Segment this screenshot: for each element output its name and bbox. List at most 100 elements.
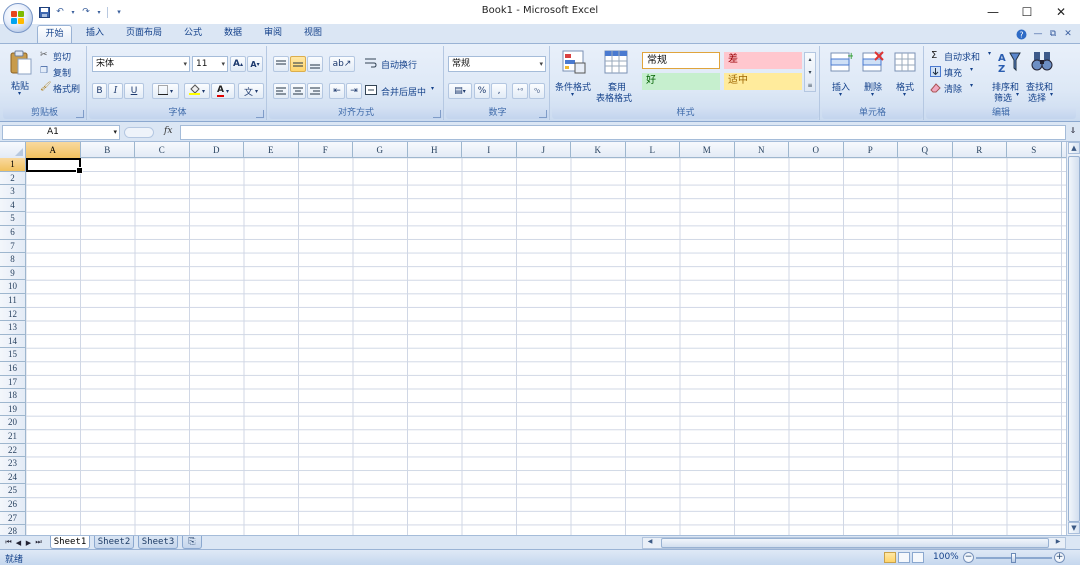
column-header[interactable]: M <box>680 142 735 158</box>
formula-bar-splitter[interactable] <box>124 127 154 138</box>
row-header[interactable]: 18 <box>0 389 26 403</box>
column-header[interactable]: G <box>353 142 408 158</box>
row-header[interactable]: 12 <box>0 307 26 322</box>
copy-button[interactable]: ❐ 复制 <box>40 66 84 79</box>
shrink-font-button[interactable]: A ▾ <box>247 56 263 72</box>
worksheet-grid[interactable]: ABCDEFGHIJKLMNOPQRS 1 2 3 4 5 6 7 8 9 10 11 12 13 14 1… <box>0 142 1066 535</box>
cells-area[interactable] <box>26 158 1066 535</box>
font-launcher-icon[interactable] <box>256 110 264 118</box>
expand-formula-bar-icon[interactable]: ⇓ <box>1068 126 1078 139</box>
zoom-in-icon[interactable]: + <box>1054 552 1065 563</box>
scroll-down-icon[interactable]: ▼ <box>1068 522 1080 534</box>
paste-button[interactable]: 粘贴 ▾ <box>6 49 36 99</box>
phonetic-button[interactable]: 文 ▾ <box>238 83 264 99</box>
row-header[interactable]: 9 <box>0 266 26 281</box>
scroll-up-icon[interactable]: ▲ <box>1068 142 1080 154</box>
clipboard-launcher-icon[interactable] <box>76 110 84 118</box>
conditional-format-button[interactable]: 条件格式 ▾ <box>554 50 594 104</box>
font-name-combo[interactable]: 宋体 ▾ <box>92 56 190 72</box>
underline-button[interactable]: U <box>124 83 144 99</box>
align-bottom-button[interactable] <box>307 56 323 72</box>
column-header[interactable]: C <box>135 142 190 158</box>
zoom-level[interactable]: 100% <box>933 552 959 562</box>
row-header[interactable]: 23 <box>0 457 26 471</box>
column-header[interactable]: L <box>626 142 680 158</box>
fill-button[interactable]: 填充 ▾ <box>930 66 978 79</box>
decrease-decimal-button[interactable]: ⁰₀ <box>529 83 545 99</box>
font-size-combo[interactable]: 11 ▾ <box>192 56 228 72</box>
align-right-button[interactable] <box>307 83 323 99</box>
column-header[interactable]: B <box>81 142 135 158</box>
office-button[interactable] <box>3 3 33 33</box>
clear-button[interactable]: 清除 ▾ <box>930 82 978 95</box>
page-break-view-icon[interactable] <box>912 552 924 563</box>
column-header[interactable]: I <box>462 142 517 158</box>
close-button[interactable]: ✕ <box>1044 0 1078 24</box>
column-header[interactable]: F <box>299 142 353 158</box>
sort-filter-button[interactable]: AZ 排序和 筛选 ▾ <box>992 50 1024 104</box>
row-header[interactable]: 20 <box>0 416 26 430</box>
row-header[interactable]: 16 <box>0 362 26 376</box>
vertical-scroll-thumb[interactable] <box>1068 156 1080 522</box>
cut-button[interactable]: ✂ 剪切 <box>40 50 84 63</box>
active-cell[interactable] <box>26 158 83 174</box>
next-sheet-icon[interactable]: ▶ <box>24 537 33 548</box>
column-header[interactable]: A <box>26 142 81 158</box>
format-painter-button[interactable]: 🖌 格式刷 <box>40 82 86 95</box>
column-header[interactable]: H <box>408 142 462 158</box>
formula-input[interactable] <box>180 125 1066 140</box>
row-header[interactable]: 22 <box>0 443 26 458</box>
insert-cells-button[interactable]: + 插入 ▾ <box>826 50 856 104</box>
row-header[interactable]: 13 <box>0 321 26 335</box>
wrap-text-button[interactable]: 自动换行 <box>365 56 439 72</box>
column-header[interactable]: J <box>517 142 571 158</box>
style-normal[interactable]: 常规 <box>642 52 720 69</box>
column-header[interactable]: O <box>789 142 844 158</box>
row-header[interactable]: 25 <box>0 484 26 498</box>
row-header[interactable]: 7 <box>0 239 26 254</box>
percent-button[interactable]: % <box>474 83 490 99</box>
row-header[interactable]: 21 <box>0 430 26 444</box>
column-header[interactable]: P <box>844 142 898 158</box>
tab-page-layout[interactable]: 页面布局 <box>118 25 170 43</box>
row-header[interactable]: 28 <box>0 525 26 535</box>
row-header[interactable]: 6 <box>0 226 26 240</box>
name-box[interactable]: A1 ▾ <box>2 125 120 140</box>
tab-formulas[interactable]: 公式 <box>176 25 210 43</box>
vertical-scrollbar[interactable]: ▲ ▼ <box>1066 142 1080 535</box>
minimize-button[interactable]: — <box>976 0 1010 24</box>
tab-view[interactable]: 视图 <box>296 25 330 43</box>
workbook-close-icon[interactable]: ✕ <box>1062 28 1074 40</box>
row-header[interactable]: 1 <box>0 158 26 172</box>
decrease-indent-button[interactable]: ⇤ <box>329 83 345 99</box>
align-middle-button[interactable] <box>290 56 306 72</box>
styles-gallery-scroll[interactable]: ▴ ▾ ≡ <box>804 52 816 92</box>
row-header[interactable]: 15 <box>0 348 26 362</box>
autosum-button[interactable]: Σ 自动求和 ▾ <box>930 50 994 63</box>
format-as-table-button[interactable]: 套用 表格格式 <box>596 50 640 104</box>
row-header[interactable]: 17 <box>0 375 26 390</box>
style-bad[interactable]: 差 <box>724 52 802 69</box>
merge-center-button[interactable]: 合并后居中 ▾ <box>365 83 441 99</box>
number-launcher-icon[interactable] <box>539 110 547 118</box>
alignment-launcher-icon[interactable] <box>433 110 441 118</box>
italic-button[interactable]: I <box>108 83 123 99</box>
help-icon[interactable]: ? <box>1015 28 1027 40</box>
workbook-restore-icon[interactable]: ⧉ <box>1047 28 1059 40</box>
tab-data[interactable]: 数据 <box>216 25 250 43</box>
increase-decimal-button[interactable]: ⁺⁰ <box>512 83 528 99</box>
row-header[interactable]: 4 <box>0 198 26 213</box>
insert-function-icon[interactable]: fx <box>164 126 172 136</box>
sheet-tab-2[interactable]: Sheet2 <box>94 536 134 549</box>
zoom-out-icon[interactable]: − <box>963 552 974 563</box>
sheet-tab-1[interactable]: Sheet1 <box>50 536 90 549</box>
tab-review[interactable]: 审阅 <box>256 25 290 43</box>
zoom-slider-thumb[interactable] <box>1011 553 1016 563</box>
column-header[interactable]: E <box>244 142 299 158</box>
style-good[interactable]: 好 <box>642 73 720 90</box>
comma-button[interactable]: , <box>491 83 507 99</box>
delete-cells-button[interactable]: 删除 ▾ <box>858 50 888 104</box>
insert-sheet-button[interactable]: ⎘ <box>182 536 202 549</box>
row-header[interactable]: 19 <box>0 402 26 417</box>
format-cells-button[interactable]: 格式 ▾ <box>890 50 920 104</box>
